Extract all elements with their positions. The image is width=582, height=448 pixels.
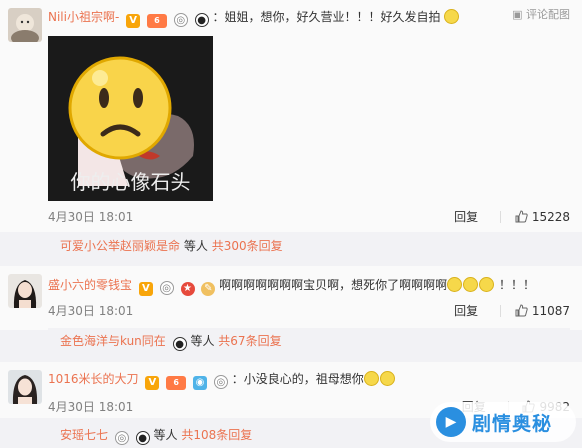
- divider: [499, 211, 501, 223]
- username-link[interactable]: Nili小祖宗啊-: [48, 10, 119, 24]
- watermark: ▶ 剧情奥秘: [430, 402, 576, 442]
- reply-button[interactable]: 回复: [454, 304, 478, 318]
- subreply-more-link[interactable]: 共67条回复: [218, 334, 281, 348]
- subreply-text: 等人: [190, 334, 215, 348]
- like-button[interactable]: 11087: [515, 304, 570, 318]
- username-link[interactable]: 盛小六的零钱宝: [48, 278, 132, 292]
- reply-button[interactable]: 回复: [454, 210, 478, 224]
- avatar[interactable]: [8, 274, 42, 308]
- comment-item: 盛小六的零钱宝 V ◎ ★ ✎ 啊啊啊啊啊啊啊宝贝啊，想死你了啊啊啊啊 ！！！ …: [0, 266, 582, 330]
- comment-text-tail: ！！！: [499, 278, 536, 292]
- panda-icon: ●: [135, 431, 150, 445]
- avatar[interactable]: [8, 370, 42, 404]
- verified-icon[interactable]: V: [145, 376, 160, 390]
- subreply-more-link[interactable]: 共300条回复: [212, 239, 283, 253]
- username-link[interactable]: 1016米长的大刀: [48, 372, 139, 386]
- image-icon: ▣: [512, 8, 523, 21]
- level-icon[interactable]: 6: [146, 14, 167, 28]
- subreply-names[interactable]: 金色海洋与kun同在: [60, 334, 166, 348]
- avatar[interactable]: [8, 8, 42, 42]
- comment-date: 4月30日 18:01: [48, 210, 134, 224]
- verified-icon[interactable]: V: [138, 282, 153, 296]
- comment-text: 啊啊啊啊啊啊啊宝贝啊，想死你了啊啊啊啊: [219, 278, 448, 292]
- hand-icon: ✎: [201, 282, 216, 296]
- smile-emoji-icon: [479, 277, 495, 292]
- comment-date: 4月30日 18:01: [48, 400, 134, 414]
- smile-emoji-icon: [463, 277, 479, 292]
- subreply-more-link[interactable]: 共108条回复: [181, 428, 252, 442]
- subreply-summary[interactable]: 金色海洋与kun同在 ● 等人 共67条回复: [48, 328, 570, 354]
- thumb-up-icon: [515, 304, 528, 317]
- ring-icon: ◎: [173, 13, 188, 27]
- comment-sticker-image[interactable]: 你的心像石头: [48, 36, 213, 201]
- smile-emoji-icon: [363, 371, 379, 386]
- comment-text: ：姐姐，想你，好久营业！！！好久发自拍: [212, 10, 441, 24]
- like-count: 15228: [531, 210, 570, 224]
- divider: [499, 305, 501, 317]
- like-button[interactable]: 15228: [515, 210, 570, 224]
- subreply-names[interactable]: 可爱小公举赵丽颖是命: [60, 239, 180, 253]
- level-icon[interactable]: 6: [166, 376, 187, 390]
- comment-actions: 回复 15228: [454, 208, 570, 225]
- smile-emoji-icon: [444, 9, 460, 24]
- watermark-text: 剧情奥秘: [472, 413, 553, 435]
- medal-icon: ★: [180, 282, 195, 296]
- smile-emoji-icon: [379, 371, 395, 386]
- smile-emoji-icon: [447, 277, 463, 292]
- comment-header: Nili小祖宗啊- V 6 ◎ ● ：姐姐，想你，好久营业！！！好久发自拍: [48, 8, 460, 28]
- comment-item: Nili小祖宗啊- V 6 ◎ ● ：姐姐，想你，好久营业！！！好久发自拍 ▣ …: [0, 0, 582, 232]
- panda-icon: ●: [194, 13, 209, 27]
- verified-icon[interactable]: V: [126, 14, 141, 28]
- comment-text: ：小没良心的，祖母想你: [231, 372, 364, 386]
- ring-icon: ◎: [114, 431, 129, 445]
- sticker-caption: 你的心像石头: [70, 170, 191, 194]
- ring-icon: ◎: [159, 281, 174, 295]
- like-count: 11087: [531, 304, 570, 318]
- comment-header: 盛小六的零钱宝 V ◎ ★ ✎ 啊啊啊啊啊啊啊宝贝啊，想死你了啊啊啊啊 ！！！: [48, 276, 535, 296]
- thumb-up-icon: [515, 210, 528, 223]
- comment-header: 1016米长的大刀 V 6 ◉ ◎ ：小没良心的，祖母想你: [48, 370, 396, 390]
- panda-icon: ●: [172, 337, 187, 351]
- camera-icon: ◉: [193, 376, 208, 390]
- play-logo-icon: ▶: [436, 407, 466, 437]
- ring-icon: ◎: [213, 375, 228, 389]
- comment-image-link[interactable]: ▣ 评论配图: [512, 6, 570, 22]
- comment-date: 4月30日 18:01: [48, 304, 134, 318]
- subreply-text: 等人: [153, 428, 178, 442]
- subreply-names[interactable]: 安瑶七七: [60, 428, 108, 442]
- comment-actions: 回复 11087: [454, 302, 570, 319]
- subreply-text: 等人: [183, 239, 208, 253]
- subreply-summary[interactable]: 可爱小公举赵丽颖是命 等人 共300条回复: [48, 233, 570, 259]
